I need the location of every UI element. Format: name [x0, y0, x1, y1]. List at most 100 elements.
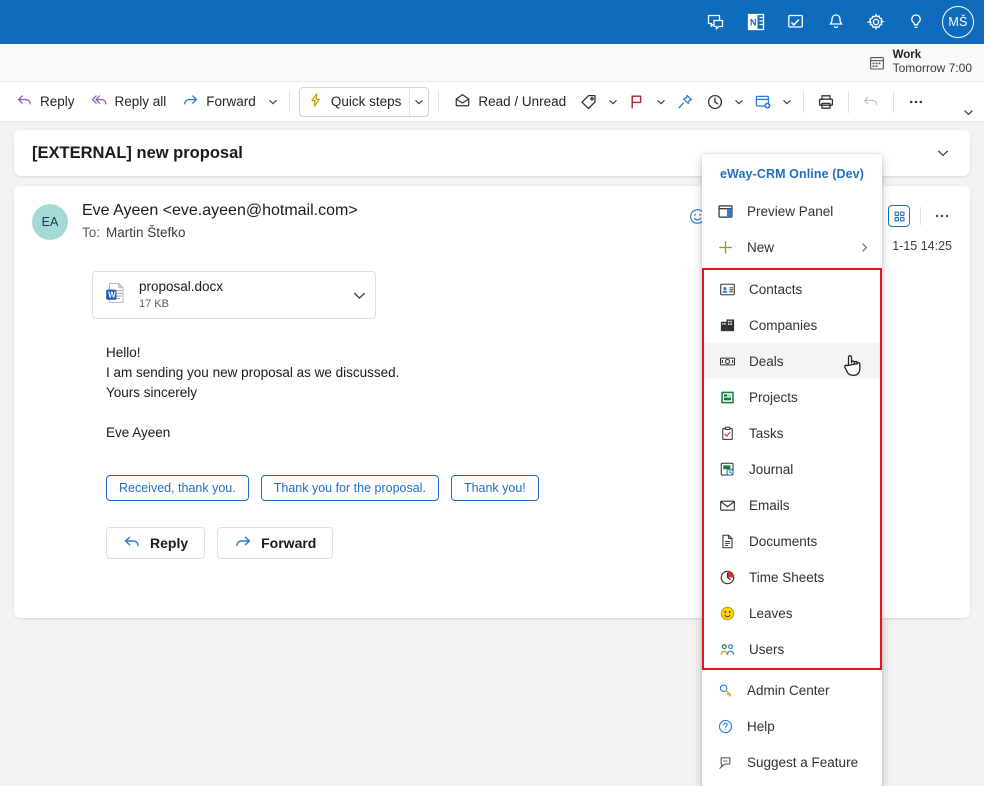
more-dots-icon[interactable] [901, 87, 931, 117]
calendar-text: Work Tomorrow 7:00 [893, 49, 972, 76]
menu-item-users[interactable]: Users [704, 631, 880, 667]
sender-avatar[interactable]: EA [32, 204, 68, 240]
reply-all-button[interactable]: Reply all [83, 87, 175, 117]
contacts-icon [718, 280, 736, 298]
menu-item-label: Admin Center [747, 682, 830, 698]
teams-chat-icon[interactable] [696, 2, 736, 42]
pin-icon[interactable] [670, 87, 700, 117]
menu-item-deals[interactable]: Deals [704, 343, 880, 379]
recipient-line: To: Martin Štefko [82, 225, 358, 240]
projects-icon [718, 388, 736, 406]
subject-chevron-down-icon[interactable] [928, 138, 958, 168]
attachment-name: proposal.docx [139, 279, 224, 295]
lightbulb-icon[interactable] [896, 2, 936, 42]
eway-grid-icon-box [888, 205, 910, 227]
toolbar-divider [438, 90, 440, 113]
menu-item-label: Documents [749, 533, 818, 549]
time-sheets-icon [718, 568, 736, 586]
menu-item-label: Leaves [749, 605, 793, 621]
menu-item-label: Emails [749, 497, 790, 513]
reply-label: Reply [40, 94, 75, 109]
calendar-strip[interactable]: Work Tomorrow 7:00 [0, 44, 984, 82]
rules-chevron-down-icon[interactable] [778, 87, 796, 117]
lightning-icon [308, 92, 324, 111]
quick-steps-chevron-down-icon[interactable] [410, 87, 428, 117]
suggested-reply-2[interactable]: Thank you for the proposal. [260, 475, 439, 501]
flag-icon[interactable] [622, 87, 652, 117]
snooze-chevron-down-icon[interactable] [730, 87, 748, 117]
menu-item-leaves[interactable]: Leaves [704, 595, 880, 631]
forward-button[interactable]: Forward [174, 87, 264, 117]
menu-item-label: Tasks [749, 425, 784, 441]
reply-button[interactable]: Reply [8, 87, 83, 117]
eway-crm-menu: eWay-CRM Online (Dev) Preview Panel New [702, 154, 882, 786]
calendar-icon [869, 55, 885, 71]
tag-icon[interactable] [574, 87, 604, 117]
app-top-bar: N MŠ [0, 0, 984, 44]
menu-item-companies[interactable]: Companies [704, 307, 880, 343]
menu-item-tasks[interactable]: Tasks [704, 415, 880, 451]
more-dots-icon[interactable] [928, 202, 956, 230]
calendar-subtitle: Tomorrow 7:00 [892, 61, 972, 76]
sender-address: Eve Ayeen <eve.ayeen@hotmail.com> [82, 202, 358, 219]
reply-button[interactable]: Reply [106, 527, 206, 559]
print-icon[interactable] [811, 87, 841, 117]
bell-icon[interactable] [816, 2, 856, 42]
onenote-icon[interactable]: N [736, 2, 776, 42]
attachment-item[interactable]: W proposal.docx 17 KB [92, 271, 376, 319]
preview-panel-icon [716, 202, 734, 220]
plus-icon [716, 238, 734, 256]
header-divider [920, 207, 921, 225]
attachment-meta: proposal.docx 17 KB [139, 279, 352, 310]
gear-icon[interactable] [856, 2, 896, 42]
forward-label: Forward [206, 94, 256, 109]
leaves-icon [718, 604, 736, 622]
svg-text:N: N [750, 18, 757, 28]
menu-item-time-sheets[interactable]: Time Sheets [704, 559, 880, 595]
rules-icon[interactable] [748, 87, 778, 117]
menu-item-contacts[interactable]: Contacts [704, 271, 880, 307]
tag-chevron-down-icon[interactable] [604, 87, 622, 117]
toolbar-divider [848, 90, 850, 113]
eway-grid-icon[interactable] [885, 202, 913, 230]
menu-item-help[interactable]: Help [702, 708, 882, 744]
flag-chevron-down-icon[interactable] [652, 87, 670, 117]
toolbar-divider [803, 90, 805, 113]
forward-chevron-down-icon[interactable] [264, 87, 282, 117]
quick-steps-label: Quick steps [330, 94, 402, 109]
menu-item-label: Suggest a Feature [747, 754, 859, 770]
menu-item-label: New [747, 239, 775, 255]
suggest-feature-icon [716, 753, 734, 771]
menu-item-label: Deals [749, 353, 784, 369]
attachment-chevron-down-icon[interactable] [352, 288, 367, 303]
read-unread-button[interactable]: Read / Unread [446, 87, 574, 117]
reply-all-icon [91, 92, 108, 112]
tasks-board-icon[interactable] [776, 2, 816, 42]
suggested-reply-1[interactable]: Received, thank you. [106, 475, 249, 501]
menu-item-documents[interactable]: Documents [704, 523, 880, 559]
suggested-reply-3[interactable]: Thank you! [450, 475, 539, 501]
expand-ribbon-chevron-down-icon[interactable] [956, 102, 980, 122]
journal-icon [718, 460, 736, 478]
users-icon [718, 640, 736, 658]
menu-item-label: Preview Panel [747, 203, 834, 219]
help-icon [716, 717, 734, 735]
forward-button[interactable]: Forward [217, 527, 334, 559]
undo-icon[interactable] [856, 87, 886, 117]
menu-item-new[interactable]: New [702, 229, 882, 265]
menu-item-admin-center[interactable]: Admin Center [702, 672, 882, 708]
attachment-size: 17 KB [139, 297, 169, 310]
envelope-open-icon [454, 92, 471, 112]
menu-item-suggest-a-feature[interactable]: Suggest a Feature [702, 744, 882, 780]
avatar-initials: MŠ [948, 15, 968, 29]
menu-item-preview-panel[interactable]: Preview Panel [702, 193, 882, 229]
menu-item-emails[interactable]: Emails [704, 487, 880, 523]
avatar[interactable]: MŠ [942, 6, 974, 38]
documents-icon [718, 532, 736, 550]
menu-item-journal[interactable]: Journal [704, 451, 880, 487]
quick-steps-button[interactable]: Quick steps [300, 87, 410, 117]
snooze-clock-icon[interactable] [700, 87, 730, 117]
deals-icon [718, 352, 736, 370]
menu-item-projects[interactable]: Projects [704, 379, 880, 415]
forward-icon [182, 92, 199, 112]
